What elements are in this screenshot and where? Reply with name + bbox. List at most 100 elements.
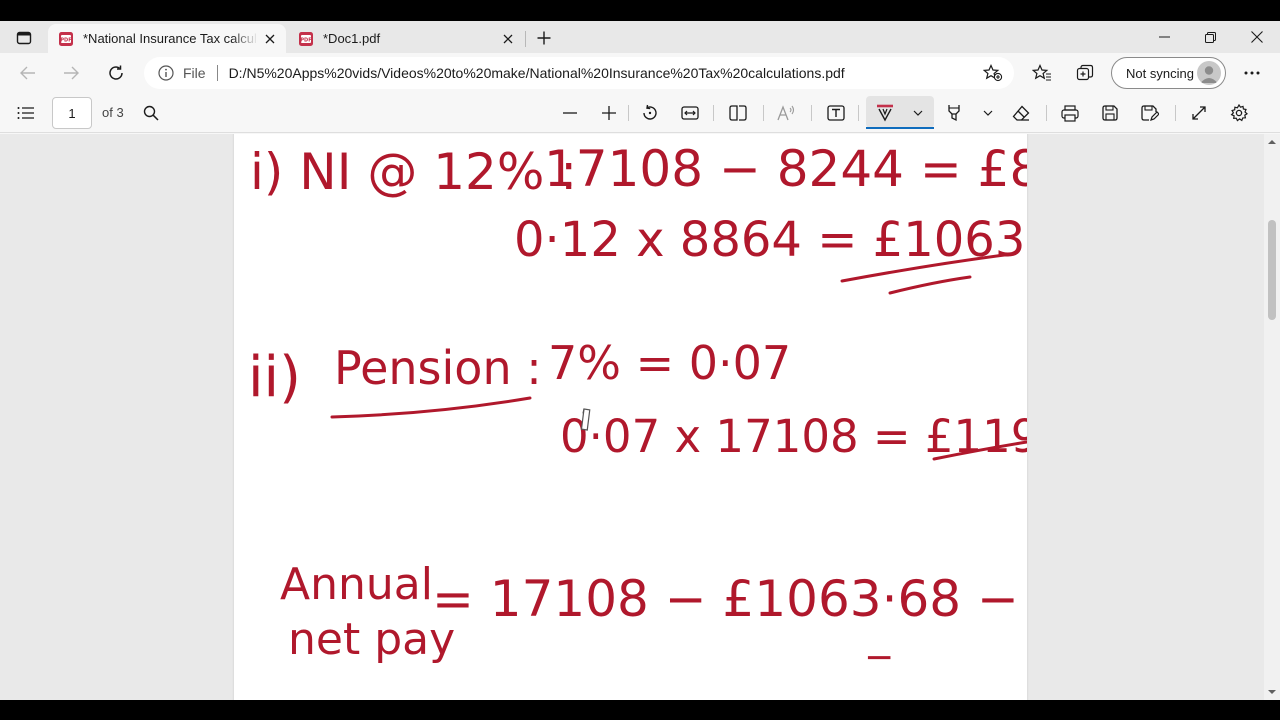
- line-ii-heading: Pension :: [334, 341, 542, 395]
- zoom-out-button[interactable]: [556, 98, 584, 128]
- more-icon: [1244, 71, 1260, 75]
- forward-arrow-icon: [64, 66, 79, 80]
- browser-window: PDF *National Insurance Tax calculations…: [0, 21, 1280, 700]
- close-window-button[interactable]: [1235, 25, 1279, 49]
- address-bar[interactable]: File D:/N5%20Apps%20vids/Videos%20to%20m…: [144, 57, 1014, 89]
- refresh-icon: [109, 65, 123, 80]
- underline-stroke: [888, 275, 972, 295]
- chevron-down-icon: [983, 110, 993, 116]
- line-i-calc: 17108 − 8244 = £8864: [544, 140, 1027, 198]
- chevron-down-icon: [913, 110, 923, 116]
- minus-icon: [563, 112, 577, 114]
- pdf-page[interactable]: i) NI @ 12% : 17108 − 8244 = £8864 0·12 …: [234, 134, 1242, 700]
- tab-doc1[interactable]: PDF *Doc1.pdf: [288, 24, 524, 53]
- pdf-icon: PDF: [59, 31, 73, 46]
- back-button[interactable]: [13, 58, 43, 88]
- full-screen-button[interactable]: [1185, 98, 1213, 128]
- zoom-in-button[interactable]: [595, 98, 623, 128]
- text-box-icon: [827, 105, 845, 121]
- line-ii-label: ii): [248, 345, 301, 410]
- fit-width-button[interactable]: [676, 98, 704, 128]
- rotate-button[interactable]: [636, 98, 664, 128]
- line-ii-rate: 7% = 0·07: [548, 336, 791, 390]
- url-text[interactable]: D:/N5%20Apps%20vids/Videos%20to%20make/N…: [229, 65, 845, 81]
- tab-actions-icon[interactable]: [8, 25, 40, 51]
- restore-icon: [1204, 31, 1216, 43]
- tab-title: *National Insurance Tax calculations.pdf: [83, 31, 258, 46]
- tab-separator: [525, 31, 526, 47]
- save-as-button[interactable]: [1136, 98, 1164, 128]
- divider: [858, 105, 859, 121]
- divider: [713, 105, 714, 121]
- plus-icon: [602, 106, 616, 120]
- svg-text:PDF: PDF: [300, 37, 311, 43]
- favorites-icon: [1032, 64, 1051, 81]
- find-button[interactable]: [138, 98, 164, 128]
- highlight-button[interactable]: [940, 98, 968, 128]
- search-icon: [143, 105, 159, 121]
- scheme-label: File: [183, 65, 206, 81]
- vertical-scrollbar[interactable]: [1264, 134, 1280, 700]
- read-aloud-button[interactable]: [772, 98, 800, 128]
- tab-national-insurance[interactable]: PDF *National Insurance Tax calculations…: [48, 24, 286, 53]
- annual-label-1: Annual: [280, 559, 433, 610]
- active-tool-indicator: [866, 127, 934, 129]
- close-icon[interactable]: [258, 27, 282, 51]
- draw-options-button[interactable]: [906, 98, 930, 128]
- refresh-button[interactable]: [101, 58, 131, 88]
- scroll-down-icon[interactable]: [1268, 688, 1276, 696]
- draw-button[interactable]: [870, 98, 900, 128]
- scroll-thumb[interactable]: [1268, 220, 1276, 320]
- pdf-icon: PDF: [299, 31, 313, 46]
- forward-button[interactable]: [56, 58, 86, 88]
- tab-title: *Doc1.pdf: [323, 31, 381, 46]
- fit-width-icon: [681, 106, 699, 120]
- minimize-button[interactable]: [1142, 25, 1186, 49]
- close-icon: [1251, 31, 1263, 43]
- divider: [1046, 105, 1047, 121]
- underline-stroke: [330, 396, 532, 419]
- new-tab-button[interactable]: [530, 26, 558, 50]
- handwriting-canvas[interactable]: i) NI @ 12% : 17108 − 8244 = £8864 0·12 …: [234, 134, 1242, 700]
- pdf-settings-button[interactable]: [1225, 98, 1253, 128]
- draw-pen-icon: [877, 104, 893, 122]
- print-button[interactable]: [1056, 98, 1084, 128]
- eraser-icon: [1012, 105, 1030, 121]
- printer-icon: [1061, 104, 1079, 122]
- collections-icon: [1076, 64, 1094, 81]
- page-view-button[interactable]: [724, 98, 752, 128]
- divider: [216, 65, 218, 81]
- add-text-button[interactable]: [822, 98, 850, 128]
- scroll-up-icon[interactable]: [1268, 138, 1276, 146]
- erase-button[interactable]: [1007, 98, 1035, 128]
- page-view-icon: [729, 105, 747, 121]
- avatar: [1197, 61, 1221, 85]
- divider: [1175, 105, 1176, 121]
- divider: [628, 105, 629, 121]
- favorites-button[interactable]: [1027, 58, 1057, 88]
- line-i-result: 0·12 x 8864 = £1063·68: [514, 212, 1027, 268]
- annual-dash: −: [864, 637, 894, 678]
- highlight-options-button[interactable]: [976, 98, 1000, 128]
- back-arrow-icon: [20, 66, 35, 80]
- rotate-icon: [643, 104, 657, 120]
- line-i-label: i) NI @ 12% :: [250, 143, 577, 201]
- settings-more-button[interactable]: [1237, 58, 1267, 88]
- collections-button[interactable]: [1070, 58, 1100, 88]
- contents-button[interactable]: [12, 98, 40, 128]
- restore-button[interactable]: [1188, 25, 1232, 49]
- divider: [811, 105, 812, 121]
- pdf-viewer[interactable]: i) NI @ 12% : 17108 − 8244 = £8864 0·12 …: [0, 134, 1280, 700]
- pdf-toolbar: 1 of 3: [0, 93, 1280, 133]
- annual-label-2: net pay: [288, 614, 455, 665]
- info-icon[interactable]: [157, 64, 175, 82]
- profile-sync-button[interactable]: Not syncing: [1111, 57, 1226, 89]
- save-button[interactable]: [1096, 98, 1124, 128]
- minimize-icon: [1158, 36, 1170, 38]
- page-number-input[interactable]: 1: [52, 97, 92, 129]
- add-favorite-icon[interactable]: [982, 63, 1004, 83]
- close-icon[interactable]: [496, 27, 520, 51]
- read-aloud-icon: [777, 105, 795, 121]
- address-toolbar: File D:/N5%20Apps%20vids/Videos%20to%20m…: [0, 53, 1280, 93]
- svg-text:PDF: PDF: [60, 37, 71, 43]
